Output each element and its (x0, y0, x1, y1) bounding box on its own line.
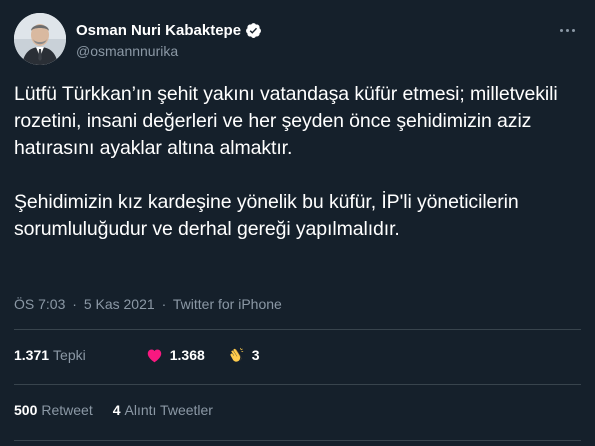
avatar[interactable] (14, 13, 66, 65)
tweet-header: Osman Nuri Kabaktepe @osmannnurika (14, 13, 580, 67)
retweet-stats: 500 Retweet 4 Alıntı Tweetler (14, 402, 213, 418)
divider (14, 440, 581, 441)
tweet-paragraph-2: Şehidimizin kız kardeşine yönelik bu küf… (14, 191, 519, 240)
avatar-image (14, 13, 66, 65)
tweet-paragraph-1: Lütfü Türkkan’ın şehit yakını vatandaşa … (14, 83, 558, 159)
verified-badge-icon (246, 23, 261, 38)
quotes-count: 4 (112, 402, 121, 418)
tweet-meta: ÖS 7:03 · 5 Kas 2021 · Twitter for iPhon… (14, 296, 282, 312)
retweets-label: Retweet (41, 402, 93, 418)
tweet-source[interactable]: Twitter for iPhone (173, 296, 282, 312)
claps-count[interactable]: 3 (252, 347, 260, 363)
clapping-hands-icon (230, 347, 243, 362)
tweet-text: Lütfü Türkkan’ın şehit yakını vatandaşa … (14, 81, 584, 243)
retweets-count: 500 (14, 402, 38, 418)
more-dot (559, 28, 563, 32)
tweet-card: Osman Nuri Kabaktepe @osmannnurika Lütfü… (0, 0, 595, 446)
reactions-stat[interactable]: 1.371 Tepki (14, 347, 86, 363)
quotes-label: Alıntı Tweetler (124, 402, 213, 418)
likes-count[interactable]: 1.368 (170, 347, 205, 363)
author-name-row: Osman Nuri Kabaktepe (76, 22, 262, 39)
reaction-stats: 1.371 Tepki 1.368 3 (14, 346, 260, 364)
divider (14, 384, 581, 385)
reactions-count: 1.371 (14, 347, 50, 363)
meta-separator: · (72, 296, 77, 312)
heart-icon (147, 349, 161, 362)
tweet-date[interactable]: 5 Kas 2021 (84, 296, 155, 312)
retweets-stat[interactable]: 500 Retweet (14, 402, 93, 418)
meta-separator: · (161, 296, 167, 312)
author-handle[interactable]: @osmannnurika (76, 43, 178, 59)
more-dot (565, 28, 569, 32)
quote-tweets-stat[interactable]: 4 Alıntı Tweetler (113, 402, 213, 418)
more-options-icon[interactable] (554, 21, 580, 39)
author-name[interactable]: Osman Nuri Kabaktepe (76, 22, 241, 39)
divider (14, 329, 581, 330)
tweet-time[interactable]: ÖS 7:03 (14, 296, 65, 312)
reactions-label: Tepki (53, 347, 86, 363)
more-dot (571, 28, 575, 32)
